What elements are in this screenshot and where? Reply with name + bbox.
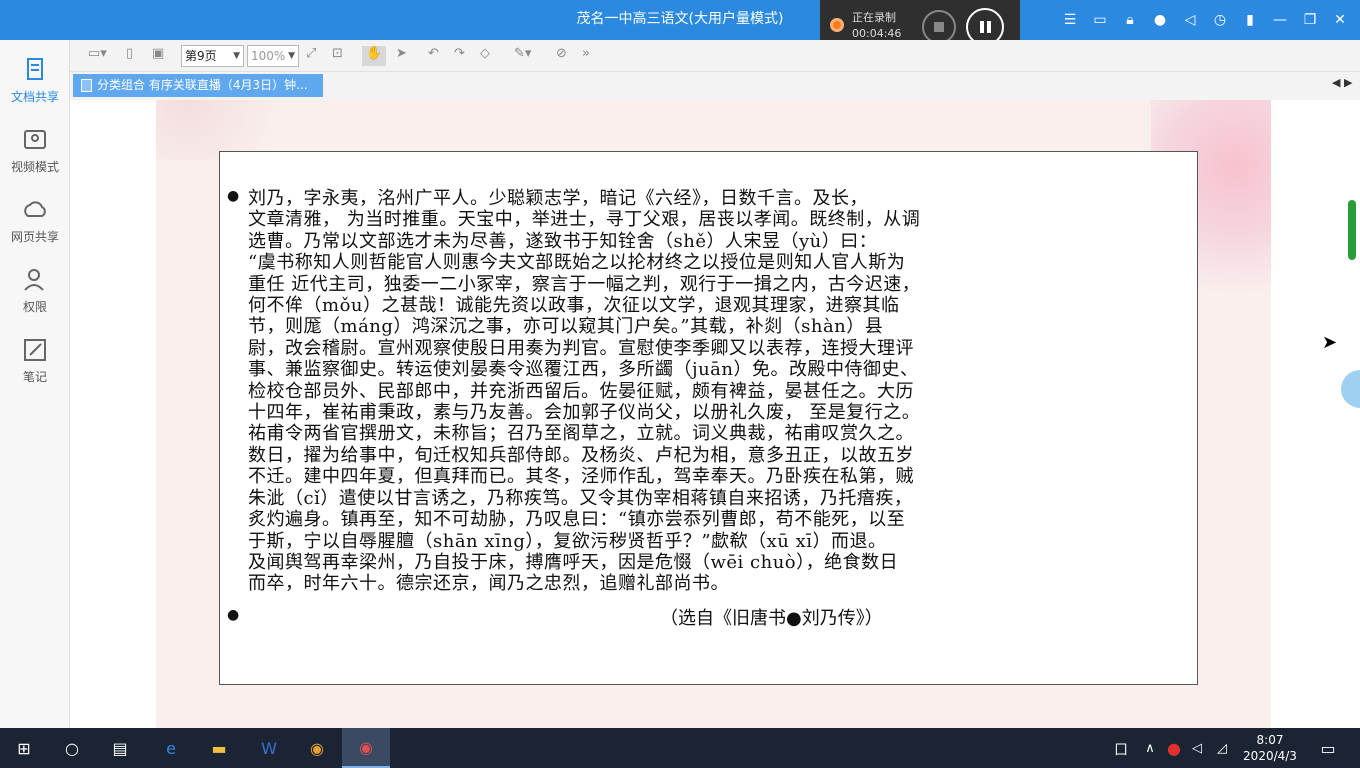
slide-text-line: 选曹。乃常以文部选才未为尽善，遂致书于知铨舍（shě）人宋昱（yù）曰： — [248, 230, 878, 252]
recording-status: 正在录制 — [852, 11, 896, 24]
chat-icon[interactable]: ▭ — [1090, 8, 1110, 32]
edge-icon[interactable]: e — [148, 728, 194, 768]
slide-text-line: “虞书称知人则哲能官人则惠今夫文部既始之以抡材终之以授位是则知人官人斯为 — [248, 252, 906, 274]
slide-text-line: 而卒，时年六十。德宗还京，闻乃之忠烈，追赠礼部尚书。 — [248, 573, 729, 595]
slide-text-line: 朱泚（cǐ）遣使以甘言诱之，乃称疾笃。又令其伪宰相蒋镇自来招诱，乃托瘖疾， — [248, 487, 913, 509]
signal-icon[interactable]: ▮ — [1240, 8, 1260, 32]
sidebar-item-video-mode[interactable]: 视频模式 — [0, 126, 70, 175]
task-view-icon[interactable]: ▤ — [98, 728, 142, 768]
new-page-icon[interactable]: ▯ — [126, 46, 133, 66]
bullet-icon: ● — [227, 607, 240, 623]
title-bar: 茂名一中高三语文(大用户量模式) ☰ ▭ 🔒︎ ● ◁ ◷ ▮ — ❐ ✕ — [0, 0, 1360, 40]
slide-text-line: 十四年，崔祐甫秉政，素与乃友善。会加郭子仪尚父，以册礼久废， 至是复行之。 — [248, 402, 921, 424]
clock-icon[interactable]: ◷ — [1210, 8, 1230, 32]
toolbar: ▭▾ ▯ ▣ 第9页 ▼ 100% ▼ ⤢ ⊡ ✋ ➤ ↶ ↷ ◇ ✎▾ ⊘ » — [70, 40, 1360, 72]
tab-document[interactable]: 分类组合 有序关联直播（4月3日）钟... — [73, 74, 323, 97]
pointer-tool-icon[interactable]: ➤ — [396, 46, 407, 66]
windows-start-icon[interactable]: ⊞ — [4, 728, 44, 768]
slide-text-line: 节，则厖（máng）鸿深沉之事，亦可以窥其门户矣。”其载，补剡（shàn）县 — [248, 316, 884, 338]
undo-icon[interactable]: ↶ — [428, 46, 439, 66]
slide-text-line: 于斯，宁以自辱腥膻（shān xīng），复欲污秽贤哲乎？”歔欷（xū xī）而… — [248, 530, 887, 552]
search-icon[interactable]: ○ — [50, 728, 94, 768]
title-bar-icons: ☰ ▭ 🔒︎ ● ◁ ◷ ▮ — ❐ ✕ — [1060, 8, 1350, 32]
note-icon — [24, 339, 46, 361]
recording-indicator-icon — [830, 18, 844, 32]
network-icon[interactable]: ◿ — [1212, 728, 1232, 768]
fit-width-icon[interactable]: ⊡ — [332, 46, 343, 66]
chevron-down-icon: ▼ — [233, 51, 240, 61]
file-explorer-icon[interactable]: ▬ — [196, 728, 242, 768]
video-mode-icon — [24, 130, 46, 149]
live-app-icon[interactable]: ◉ — [342, 728, 390, 768]
redo-icon[interactable]: ↷ — [454, 46, 465, 66]
slide-text-line: 数日，擢为给事中，旬迁权知兵部侍郎。及杨炎、卢杞为相，意多丑正，以故五岁 — [248, 444, 914, 466]
input-method-icon[interactable]: 囗 — [1110, 728, 1132, 768]
page-select[interactable]: 第9页 ▼ — [181, 45, 244, 67]
save-icon[interactable]: ▣ — [152, 46, 164, 66]
chevron-down-icon: ▼ — [288, 51, 295, 61]
permission-icon — [24, 269, 44, 291]
document-share-icon — [27, 58, 43, 80]
slide-text-line: 祐甫令两省官撰册文，未称旨；召乃至阁草之，立就。词义典裁，祐甫叹赏久之。 — [248, 423, 914, 445]
mic-icon[interactable]: ● — [1165, 728, 1183, 768]
clear-icon[interactable]: ⊘ — [556, 46, 567, 66]
sidebar-item-note[interactable]: 笔记 — [0, 336, 70, 385]
slide-text-line: 文章清雅， 为当时推重。天宝中，举进士，寻丁父艰，居丧以孝闻。既终制，从调 — [248, 209, 921, 231]
notification-icon[interactable]: ▭ — [1312, 728, 1344, 768]
slide-text-line: 重任 近代主司，独委一二小冢宰，察言于一幅之判，观行于一揖之内，古今迟速， — [248, 273, 921, 295]
slide-text-line: 刘乃，字永夷，洺州广平人。少聪颖志学，暗记《六经》，日数千言。及长， — [248, 188, 868, 209]
slide-lines: 刘乃，字永夷，洺州广平人。少聪颖志学，暗记《六经》，日数千言。及长， 文章清雅， … — [248, 188, 1180, 595]
slide-source: （选自《旧唐书●刘乃传》） — [660, 608, 883, 629]
taskbar-clock[interactable]: 8:07 2020/4/3 — [1240, 732, 1300, 764]
left-sidebar: 文档共享 视频模式 网页共享 权限 笔记 ↻ — [0, 40, 70, 756]
hand-tool-icon[interactable]: ✋ — [362, 46, 387, 66]
mic-icon[interactable]: ● — [1150, 8, 1170, 32]
slide-text-line: 检校仓部员外、民部郎中，并充浙西留后。佐晏征赋，颇有裨益，晏甚任之。大历 — [248, 380, 914, 402]
slide-text-line: 事、兼监察御史。转运使刘晏奏令巡覆江西，多所蠲（juān）免。改殿中侍御史、 — [248, 359, 919, 381]
sidebar-item-document-share[interactable]: 文档共享 — [0, 56, 70, 105]
mouse-cursor-icon: ➤ — [1322, 332, 1338, 353]
web-share-icon — [24, 201, 46, 217]
slide-text-line: 尉，改会稽尉。宣州观察使殷日用奏为判官。宣慰使李季卿又以表荐，连授大理评 — [248, 337, 914, 359]
word-icon[interactable]: W — [246, 728, 292, 768]
document-icon — [81, 79, 92, 92]
taskbar: ⊞ ○ ▤ e ▬ W ◉ ◉ 囗 ∧ ● ◁ ◿ 8:07 2020/4/3 … — [0, 728, 1360, 768]
clock-time: 8:07 — [1256, 733, 1284, 747]
eraser-icon[interactable]: ◇ — [480, 46, 490, 66]
vertical-scrollbar[interactable] — [1348, 200, 1356, 260]
lock-icon[interactable]: 🔒︎ — [1120, 8, 1140, 32]
zoom-select[interactable]: 100% ▼ — [247, 45, 299, 67]
more-icon[interactable]: » — [582, 46, 590, 66]
open-folder-icon[interactable]: ▭▾ — [88, 46, 107, 66]
sidebar-item-web-share[interactable]: 网页共享 — [0, 196, 70, 245]
speaker-icon[interactable]: ◁ — [1180, 8, 1200, 32]
slide-text: 刘乃，字永夷，洺州广平人。少聪颖志学，暗记《六经》，日数千言。及长， 文章清雅， … — [248, 188, 1180, 595]
volume-icon[interactable]: ◁ — [1188, 728, 1206, 768]
slide-text-line: 不迁。建中四年夏，但真拜而已。其冬，泾师作乱，驾幸奉天。乃卧疾在私第，贼 — [248, 466, 914, 488]
slide-text-line: 及闻舆驾再幸梁州，乃自投于床，搏膺呼天，因是危惙（wēi chuò），绝食数日 — [248, 551, 899, 573]
restore-icon[interactable]: ❐ — [1300, 8, 1320, 32]
stop-recording-button[interactable] — [922, 10, 956, 44]
pen-icon[interactable]: ✎▾ — [514, 46, 531, 66]
minimize-icon[interactable]: — — [1270, 8, 1290, 32]
slide-text-line: 炙灼遍身。镇再至，知不可劫胁，乃叹息曰：“镇亦尝忝列曹郎，苟不能死，以至 — [248, 509, 906, 531]
clock-date: 2020/4/3 — [1243, 749, 1297, 763]
fit-screen-icon[interactable]: ⤢ — [306, 46, 316, 66]
close-icon[interactable]: ✕ — [1330, 8, 1350, 32]
sidebar-item-permission[interactable]: 权限 — [0, 266, 70, 315]
tray-chevron-icon[interactable]: ∧ — [1140, 728, 1160, 768]
slide-text-line: 何不侔（mǒu）之甚哉！诚能先资以政事，次征以文学，退观其理家，进察其临 — [248, 295, 900, 317]
tab-scroll-arrows[interactable]: ◀ ▶ — [1332, 76, 1352, 89]
menu-icon[interactable]: ☰ — [1060, 8, 1080, 32]
app-icon[interactable]: ◉ — [294, 728, 340, 768]
bullet-icon: ● — [227, 188, 240, 204]
